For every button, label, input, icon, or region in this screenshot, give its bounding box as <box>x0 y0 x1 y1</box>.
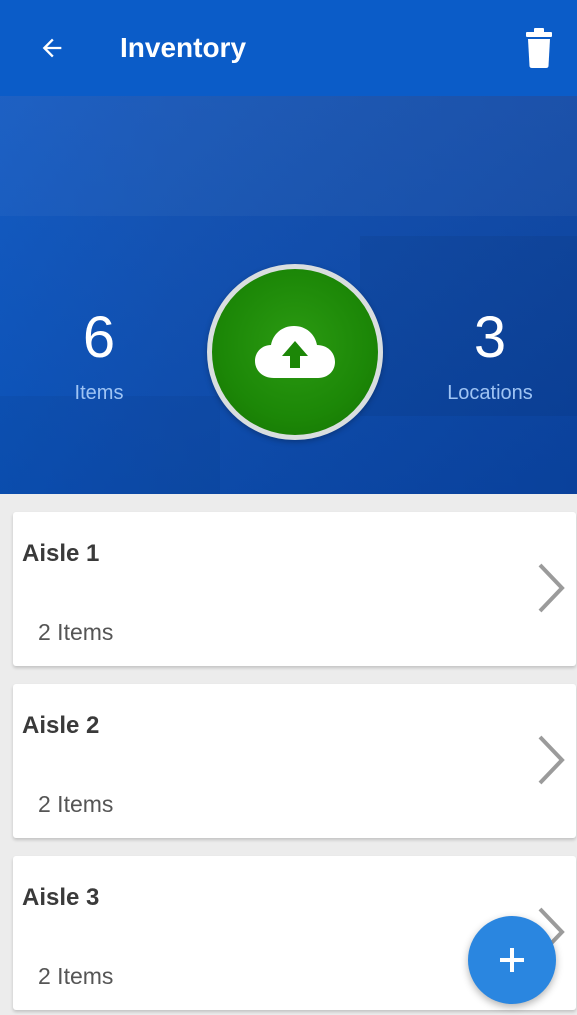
location-name: Aisle 3 <box>22 884 100 911</box>
location-item-count: 2 Items <box>38 619 114 645</box>
cloud-upload-icon <box>255 326 335 378</box>
plus-icon <box>500 948 524 972</box>
summary-panel: 6 Items 3 Locations <box>0 96 577 494</box>
app-bar: Inventory <box>0 0 577 96</box>
location-card-aisle-1[interactable]: Aisle 1 2 Items <box>13 512 576 666</box>
upload-button[interactable] <box>207 264 383 440</box>
delete-button[interactable] <box>519 26 559 70</box>
locations-stat: 3 Locations <box>395 306 577 405</box>
arrow-left-icon <box>42 38 62 58</box>
items-count: 6 <box>82 305 116 370</box>
page-title: Inventory <box>120 32 247 63</box>
chevron-right-icon <box>538 563 565 613</box>
items-label: Items <box>74 382 124 404</box>
location-card-aisle-2[interactable]: Aisle 2 2 Items <box>13 684 576 838</box>
inventory-screen: Inventory 6 Items 3 Locations Aisle 1 2 … <box>0 0 577 1015</box>
locations-count: 3 <box>473 305 507 370</box>
location-item-count: 2 Items <box>38 791 114 817</box>
chevron-right-icon <box>538 735 565 785</box>
trash-icon <box>526 28 552 68</box>
location-item-count: 2 Items <box>38 963 114 989</box>
location-name: Aisle 1 <box>22 540 100 567</box>
items-stat: 6 Items <box>4 306 194 405</box>
back-button[interactable] <box>34 30 70 66</box>
location-name: Aisle 2 <box>22 712 100 739</box>
add-location-button[interactable] <box>468 916 556 1004</box>
locations-label: Locations <box>447 382 533 404</box>
